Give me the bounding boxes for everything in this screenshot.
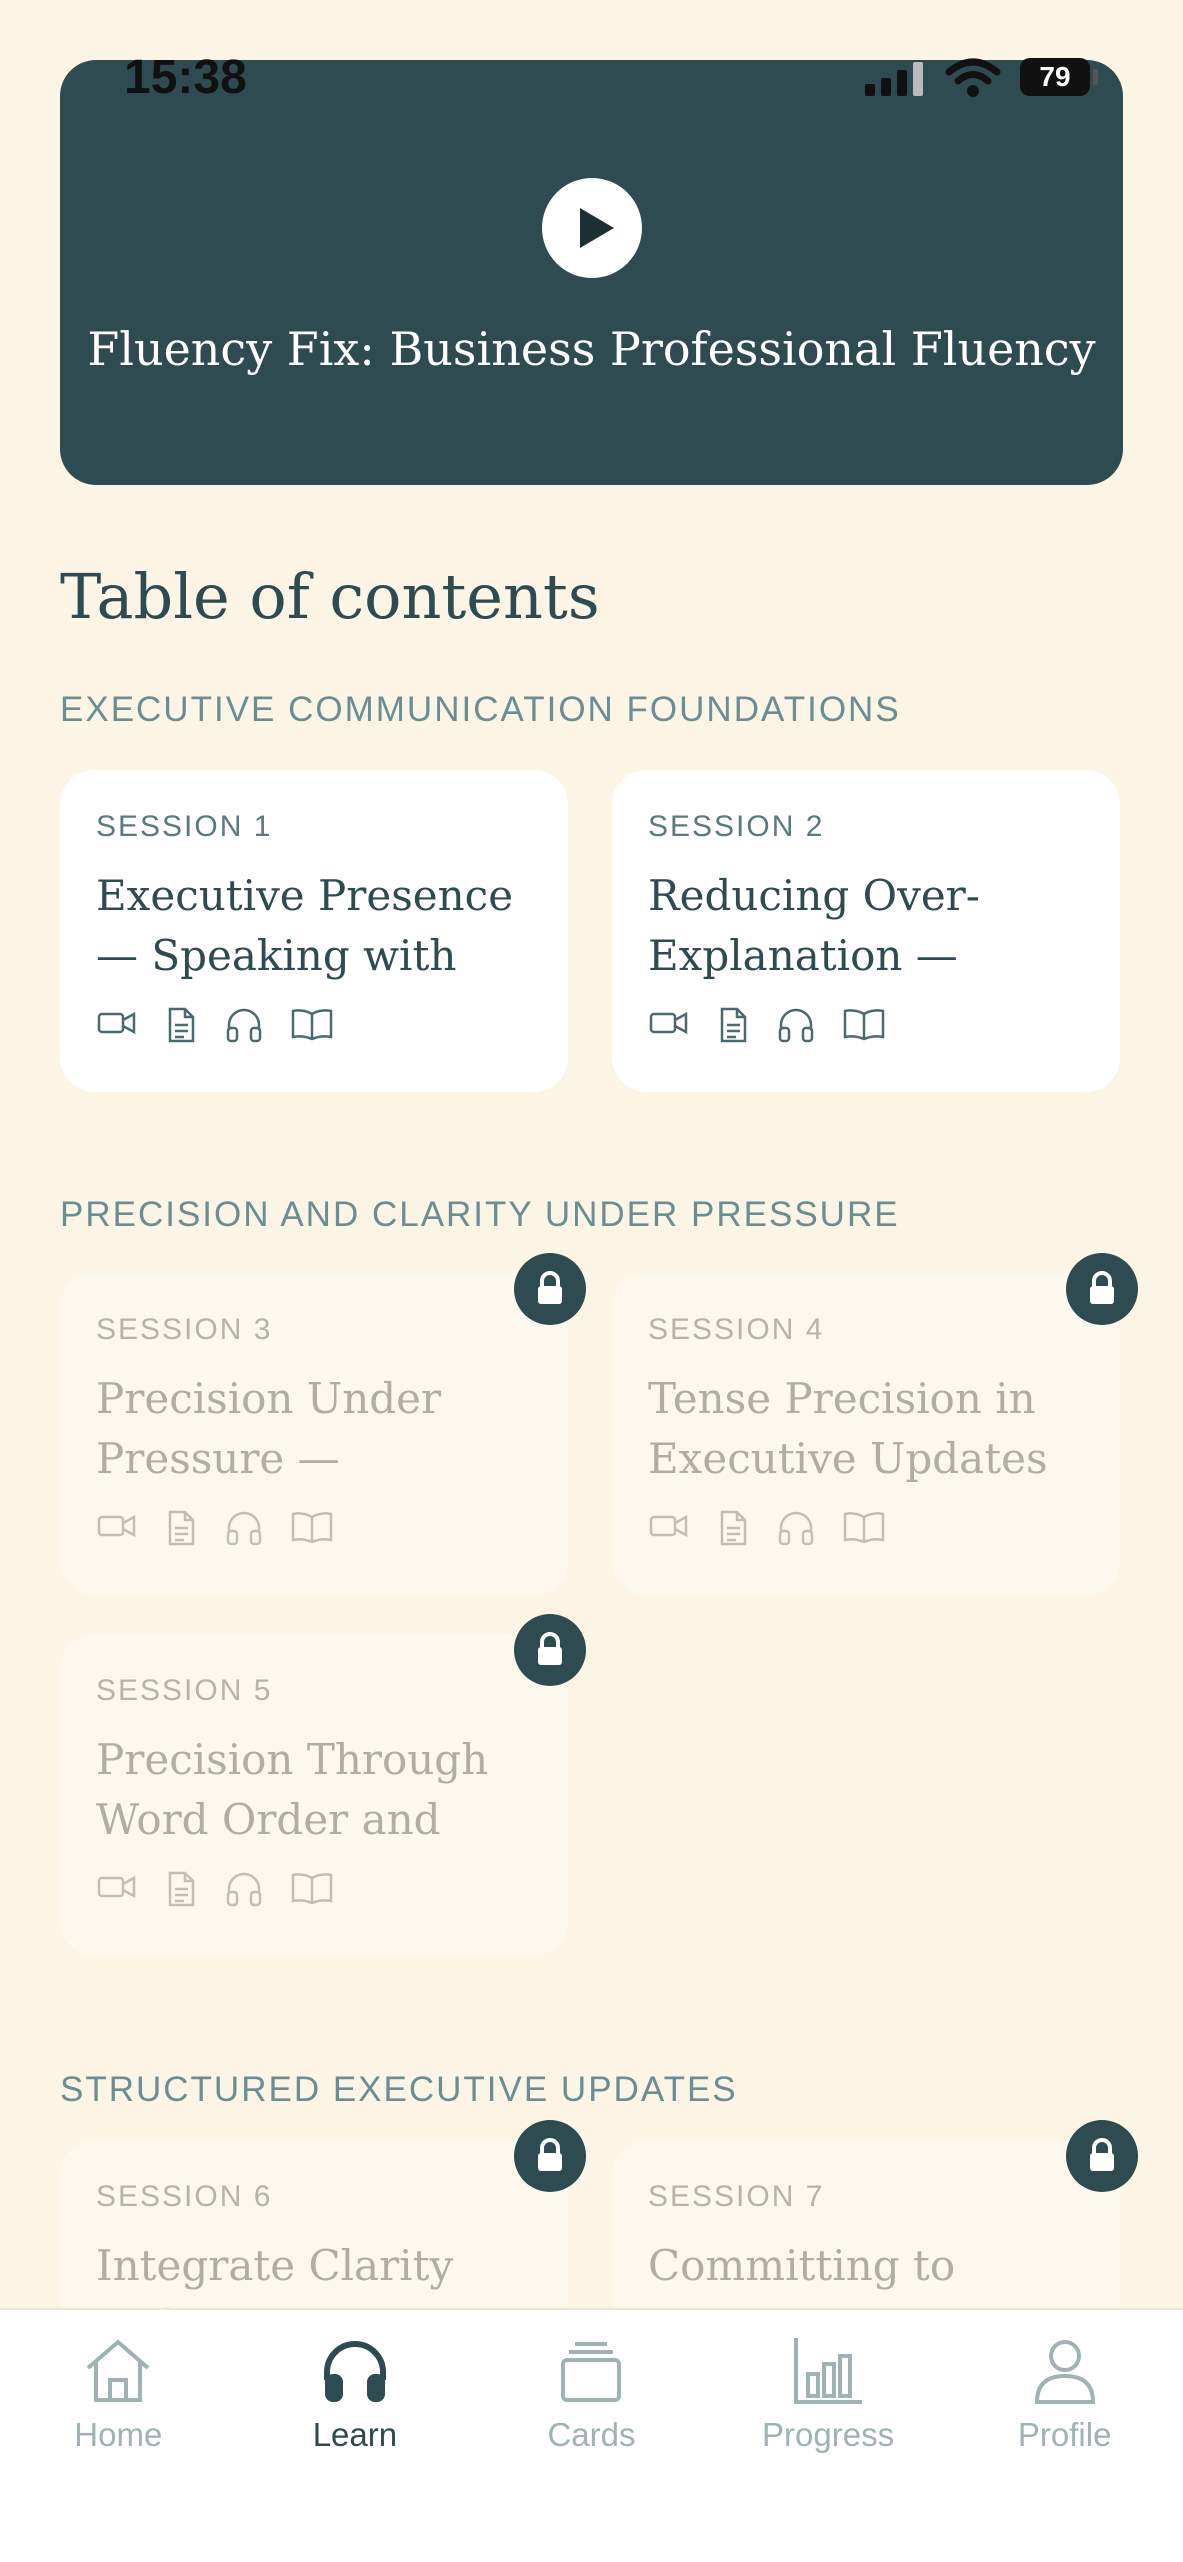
headphones-icon <box>778 1511 814 1546</box>
session-number: SESSION 5 <box>96 1674 273 1707</box>
toc-heading: Table of contents <box>60 560 600 633</box>
session-title: Executive Presence — Speaking with A... <box>96 871 514 980</box>
video-icon <box>649 1011 688 1035</box>
nav-label: Profile <box>1017 2416 1112 2453</box>
nav-label: Learn <box>312 2416 398 2453</box>
video-icon <box>97 1875 136 1899</box>
session-number: SESSION 2 <box>648 810 825 843</box>
lock-icon <box>514 2120 586 2192</box>
session-number: SESSION 6 <box>96 2180 273 2213</box>
session-title: Precision Through Word Order and St... <box>96 1735 489 1844</box>
nav-learn[interactable]: Learn <box>237 2310 474 2562</box>
lock-icon <box>514 1253 586 1325</box>
nav-label: Cards <box>547 2416 636 2453</box>
lock-icon <box>1066 1253 1138 1325</box>
section-label: PRECISION AND CLARITY UNDER PRESSURE <box>60 1195 900 1234</box>
session-card-5[interactable]: SESSION 5 Precision Through Word Order a… <box>60 1614 586 1956</box>
book-icon <box>291 1009 333 1041</box>
nav-label: Home <box>74 2416 163 2453</box>
session-title: Reducing Over-Explanation — Spe... <box>648 871 980 980</box>
nav-label: Progress <box>762 2416 895 2453</box>
session-card-3[interactable]: SESSION 3 Precision Under Pressure — Adv… <box>60 1253 586 1595</box>
person-icon <box>1034 2340 1095 2404</box>
headphones-icon <box>226 1872 262 1907</box>
video-icon <box>97 1011 136 1035</box>
session-card-1[interactable]: SESSION 1 Executive Presence — Speaking … <box>60 770 568 1092</box>
session-number: SESSION 3 <box>96 1313 273 1346</box>
bar-chart-icon <box>794 2338 863 2404</box>
book-icon <box>843 1512 885 1544</box>
session-number: SESSION 7 <box>648 2180 825 2213</box>
session-number: SESSION 4 <box>648 1313 825 1346</box>
session-card-2[interactable]: SESSION 2 Reducing Over-Explanation — Sp… <box>612 770 1120 1092</box>
headphones-icon <box>323 2341 386 2402</box>
session-title: Tense Precision in Executive Updates <box>648 1374 1048 1483</box>
cards-icon <box>561 2342 622 2402</box>
headphones-icon <box>778 1008 814 1043</box>
course-video-hero[interactable]: Fluency Fix: Business Professional Fluen… <box>60 60 1123 485</box>
document-icon <box>720 1007 747 1043</box>
document-icon <box>168 1871 195 1907</box>
session-number: SESSION 1 <box>96 810 273 843</box>
headphones-icon <box>226 1511 262 1546</box>
nav-home[interactable]: Home <box>0 2310 237 2562</box>
document-icon <box>720 1510 747 1546</box>
play-button[interactable] <box>542 178 642 278</box>
section-label: STRUCTURED EXECUTIVE UPDATES <box>60 2070 738 2109</box>
session-title: Precision Under Pressure — Adverb... <box>96 1374 442 1483</box>
video-icon <box>649 1514 688 1538</box>
book-icon <box>291 1873 333 1905</box>
course-title: Fluency Fix: Business Professional Fluen… <box>87 322 1096 376</box>
document-icon <box>168 1510 195 1546</box>
book-icon <box>843 1009 885 1041</box>
nav-cards[interactable]: Cards <box>473 2310 710 2562</box>
lock-icon <box>514 1614 586 1686</box>
home-icon <box>86 2339 150 2402</box>
video-icon <box>97 1514 136 1538</box>
nav-progress[interactable]: Progress <box>710 2310 947 2562</box>
bottom-nav: Home Learn Cards Progress Profile <box>0 2308 1183 2562</box>
document-icon <box>168 1007 195 1043</box>
section-label: EXECUTIVE COMMUNICATION FOUNDATIONS <box>60 690 901 729</box>
headphones-icon <box>226 1008 262 1043</box>
session-card-4[interactable]: SESSION 4 Tense Precision in Executive U… <box>612 1253 1138 1595</box>
lock-icon <box>1066 2120 1138 2192</box>
book-icon <box>291 1512 333 1544</box>
nav-profile[interactable]: Profile <box>946 2310 1183 2562</box>
